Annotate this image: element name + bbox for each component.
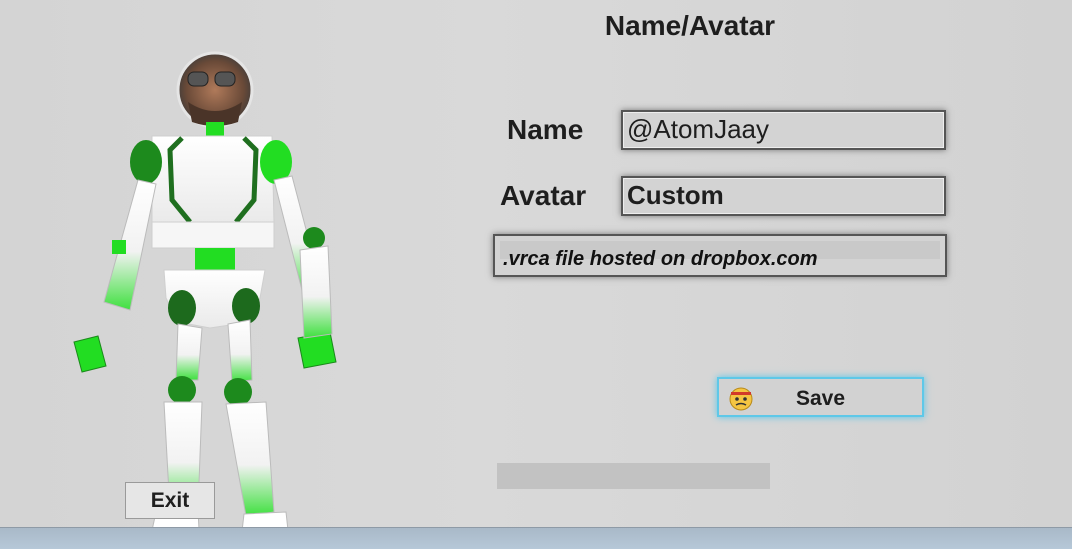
save-button[interactable]: Save <box>717 377 924 417</box>
avatar-label: Avatar <box>500 180 587 211</box>
avatar-preview <box>73 51 337 549</box>
avatar-url-input[interactable]: .vrca file hosted on dropbox.com <box>493 234 947 277</box>
exit-button[interactable]: Exit <box>125 482 215 519</box>
page-title: Name/Avatar <box>604 10 776 41</box>
horizontal-scrollbar[interactable] <box>497 463 770 489</box>
name-label: Name <box>507 114 584 145</box>
avatar-select[interactable]: Custom <box>621 176 946 216</box>
save-button-label: Save <box>795 387 846 410</box>
avatar-url-text: .vrca file hosted on dropbox.com <box>503 248 818 270</box>
avatar-settings-screen: Name/Avatar Name @AtomJaay Avatar Custom… <box>0 0 1072 549</box>
floor <box>0 527 1072 549</box>
name-input[interactable]: @AtomJaay <box>621 110 946 150</box>
